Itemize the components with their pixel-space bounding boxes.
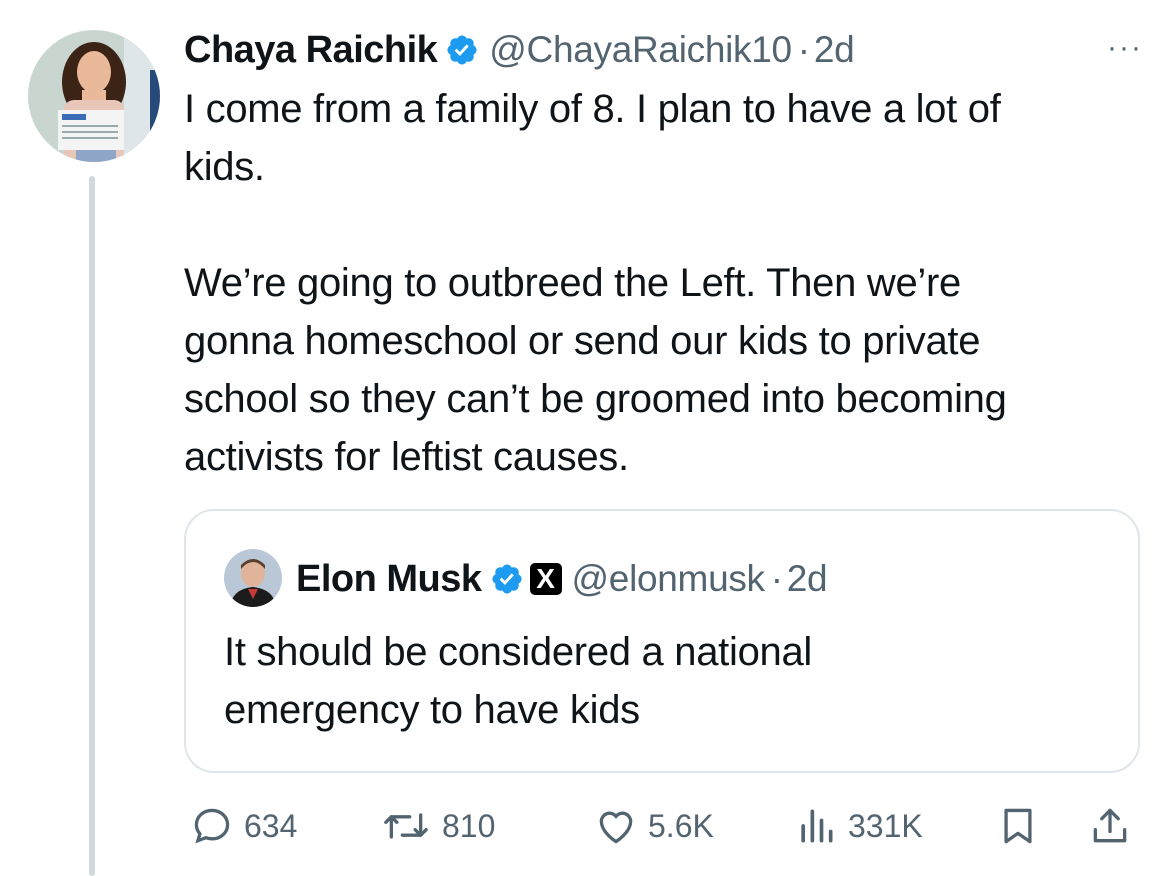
share-icon [1088,804,1132,848]
verified-badge-icon [445,33,479,67]
views-icon [794,804,838,848]
repost-button[interactable]: 810 [380,796,495,856]
repost-icon [380,804,432,848]
views-count: 331K [848,807,923,844]
tweet-text: I come from a family of 8. I plan to hav… [184,87,1007,479]
author-name[interactable]: Chaya Raichik [184,29,438,72]
author-handle[interactable]: @ChayaRaichik10 [489,29,792,71]
quote-author-name[interactable]: Elon Musk [296,558,482,601]
reply-button[interactable]: 634 [190,796,297,856]
views-button[interactable]: 331K [794,796,923,856]
reply-count: 634 [244,807,298,844]
separator-dot: · [797,29,810,70]
action-bar: 634 810 5.6K 331K [184,796,1144,856]
quote-time[interactable]: 2d [787,558,828,600]
reply-icon [190,804,234,848]
x-affiliation-badge-icon: X [529,563,562,595]
quote-verified-badge-icon [490,562,524,596]
share-button[interactable] [1088,796,1132,856]
thread-line [89,176,95,876]
quote-header: Elon Musk X @elonmusk · 2d [296,551,828,607]
author-avatar[interactable] [28,30,160,162]
quote-author-handle[interactable]: @elonmusk [572,558,766,600]
quoted-tweet[interactable]: Elon Musk X @elonmusk · 2d It should be … [184,509,1140,773]
bookmark-button[interactable] [996,796,1040,856]
quote-text: It should be considered a national emerg… [224,630,813,732]
like-icon [594,804,638,848]
like-button[interactable]: 5.6K [594,796,714,856]
more-icon[interactable]: ··· [1107,33,1143,63]
quote-separator-dot: · [770,558,783,599]
tweet-time[interactable]: 2d [814,29,855,71]
like-count: 5.6K [648,807,714,844]
repost-count: 810 [442,807,496,844]
tweet-header: Chaya Raichik @ChayaRaichik10 · 2d [184,22,855,78]
quote-author-avatar[interactable] [224,549,282,607]
bookmark-icon [996,804,1040,848]
